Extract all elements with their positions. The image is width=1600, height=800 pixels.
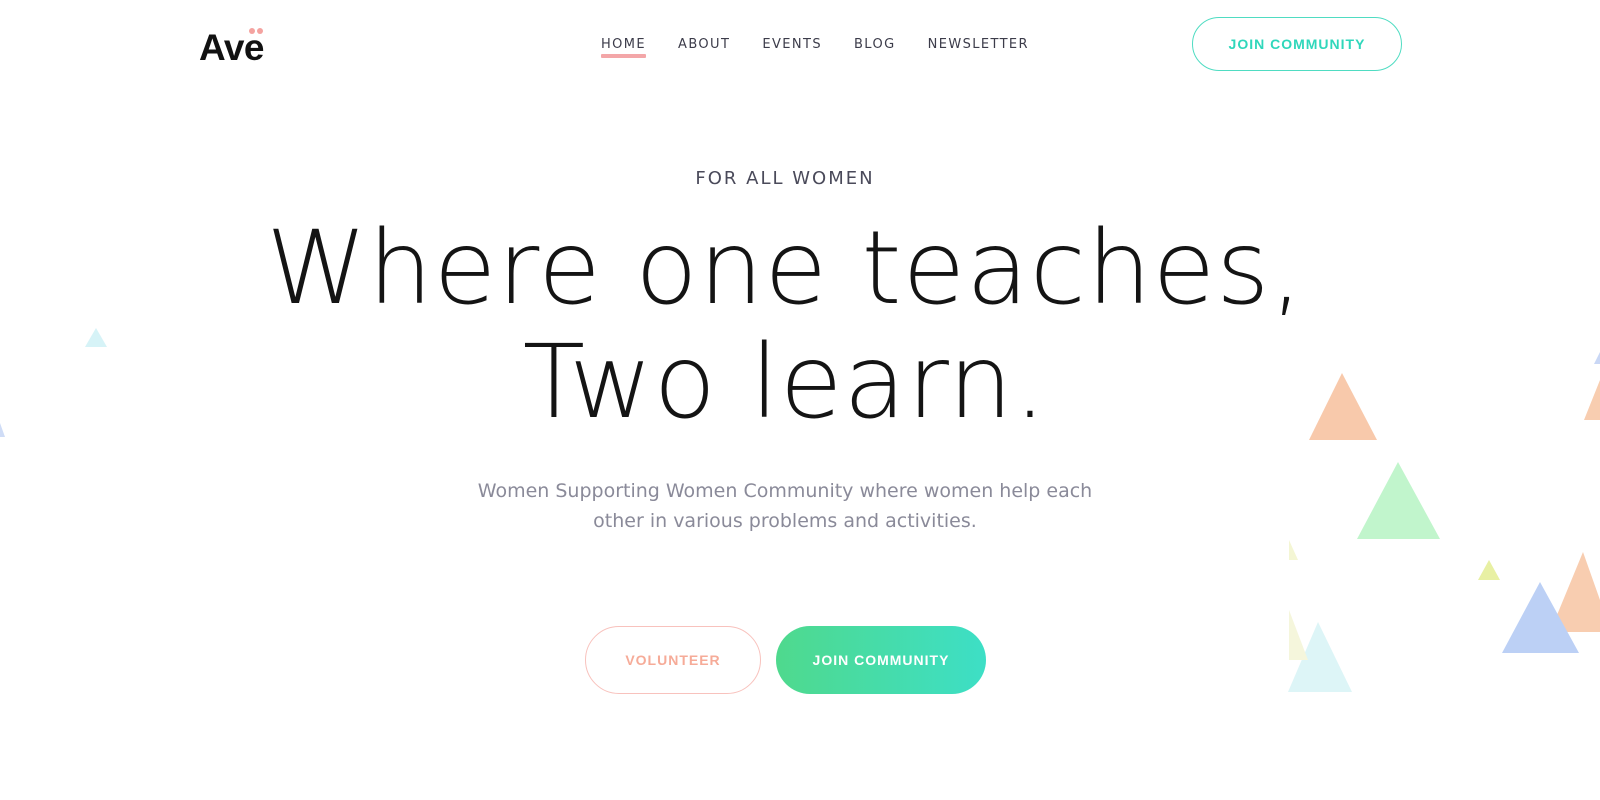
nav-item-home[interactable]: HOME: [601, 36, 647, 58]
subtext-line-2: other in various problems and activities…: [593, 510, 977, 532]
triangle-cyan-bottom: [1288, 622, 1352, 692]
hero-subtext: Women Supporting Women Community where w…: [0, 476, 1570, 536]
volunteer-button[interactable]: VOLUNTEER: [585, 626, 761, 694]
headline-line-2: Two learn.: [522, 323, 1048, 442]
triangle-yellow-fade: [1289, 540, 1298, 560]
triangle-blue-edge: [1594, 352, 1600, 364]
triangle-blue: [1502, 582, 1579, 653]
triangle-yellow-fade-2: [1289, 610, 1308, 660]
logo-dot-left: [249, 28, 255, 34]
landing-page: Ave HOME ABOUT EVENTS BLOG NEWSLETTER JO…: [0, 0, 1600, 800]
logo-dots: [249, 28, 265, 36]
hero-eyebrow: FOR ALL WOMEN: [695, 168, 875, 189]
hero-headline: Where one teaches, Two learn.: [0, 212, 1570, 440]
main-nav: HOME ABOUT EVENTS BLOG NEWSLETTER: [601, 36, 1061, 58]
nav-item-newsletter[interactable]: NEWSLETTER: [928, 36, 1029, 53]
nav-item-blog[interactable]: BLOG: [854, 36, 896, 53]
triangle-yellow-small: [1478, 560, 1500, 580]
hero-join-community-button[interactable]: JOIN COMMUNITY: [776, 626, 986, 694]
triangle-peach-edge: [1584, 380, 1600, 420]
headline-line-1: Where one teaches,: [266, 209, 1304, 328]
triangle-peach-right: [1550, 552, 1600, 632]
subtext-line-1: Women Supporting Women Community where w…: [477, 480, 1093, 502]
logo-dot-right: [257, 28, 263, 34]
nav-item-about[interactable]: ABOUT: [678, 36, 730, 53]
nav-item-events[interactable]: EVENTS: [762, 36, 822, 53]
brand-logo[interactable]: Ave: [199, 22, 265, 66]
header-join-community-button[interactable]: JOIN COMMUNITY: [1192, 17, 1402, 71]
